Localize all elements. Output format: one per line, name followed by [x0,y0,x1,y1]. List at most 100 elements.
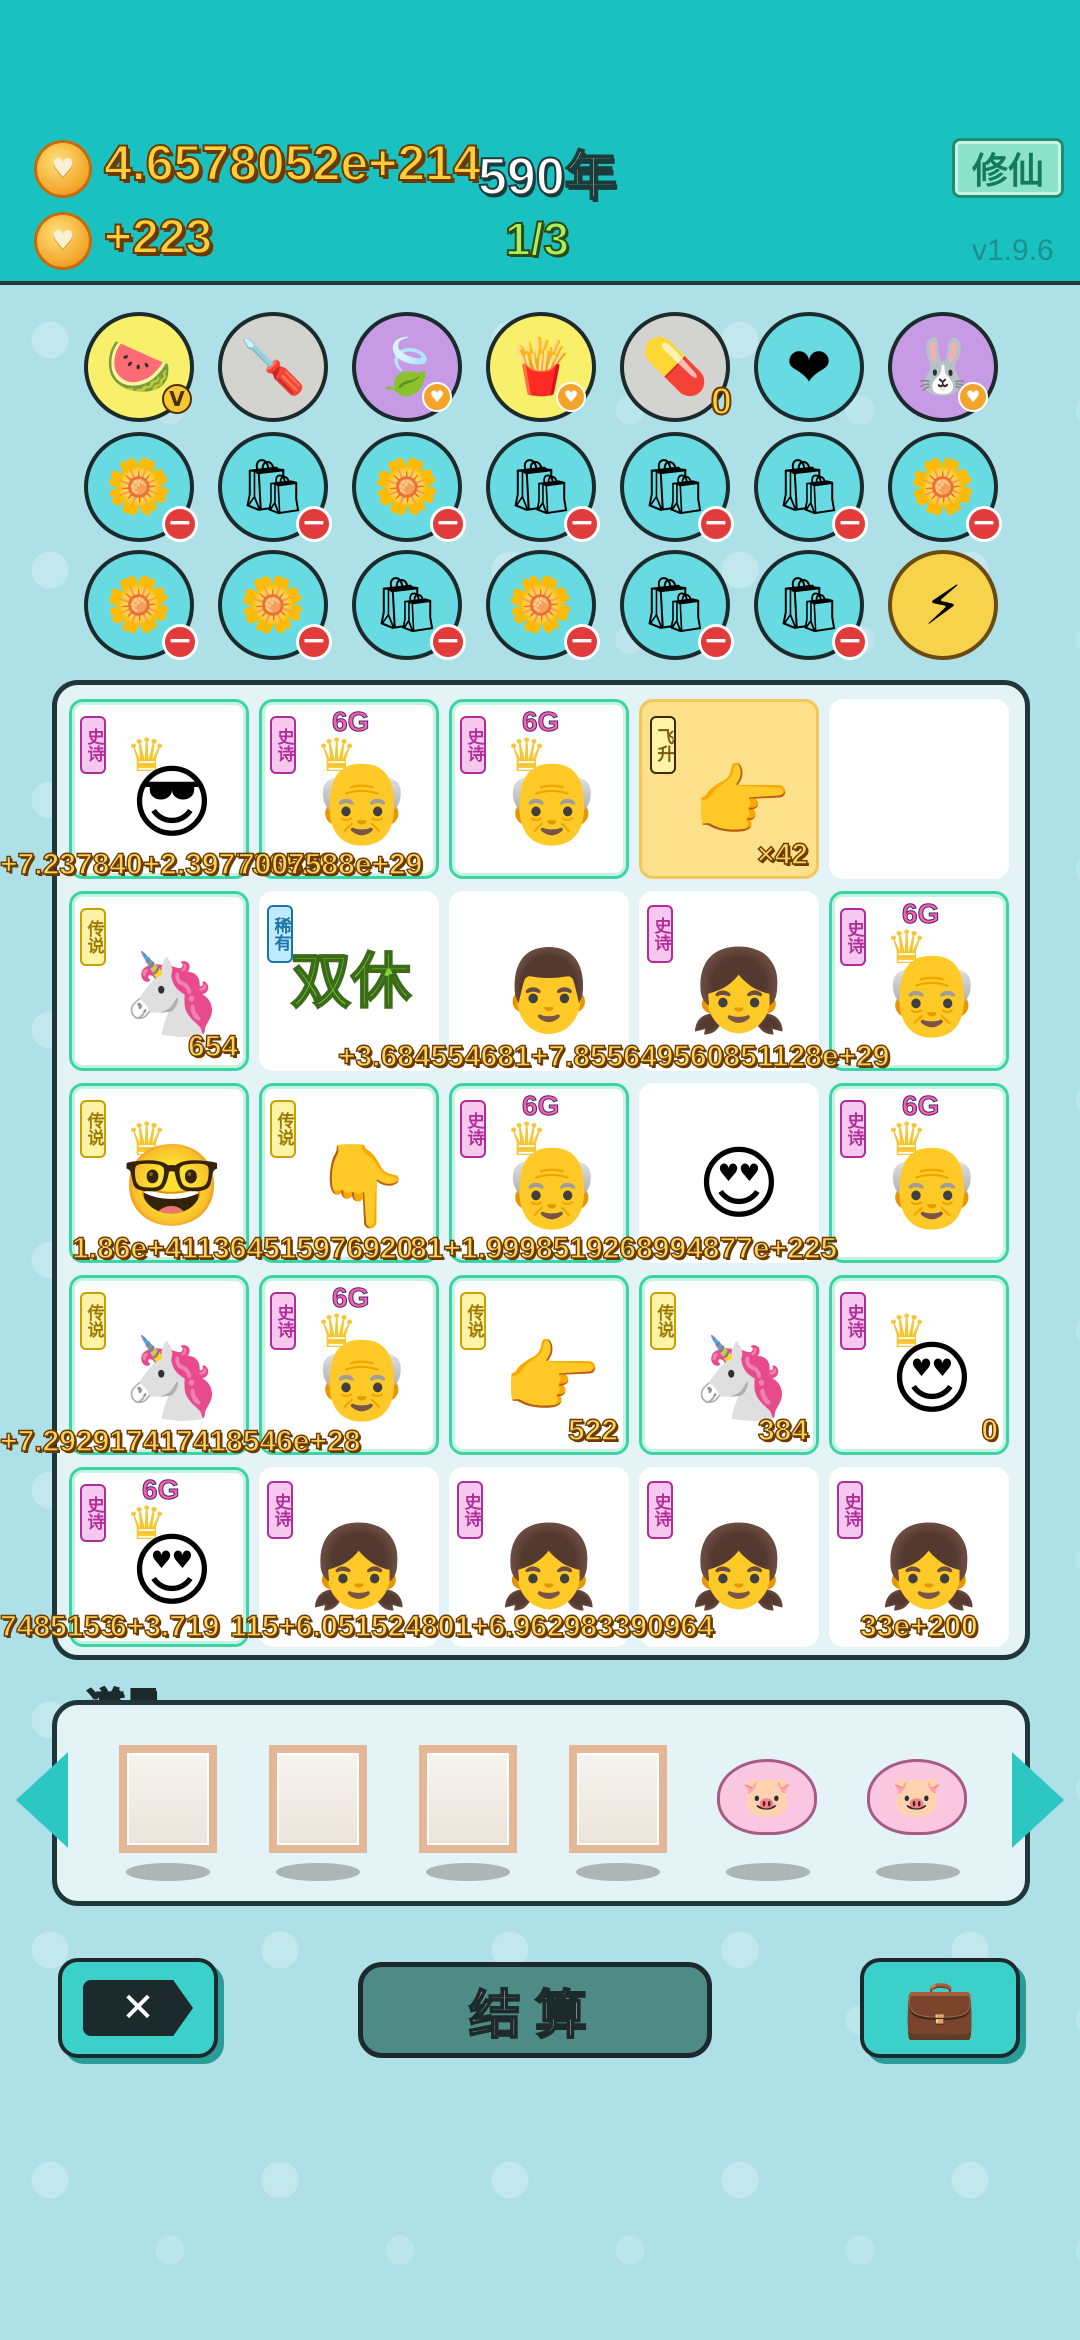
rarity-tag: 史诗 [840,1292,866,1350]
sack-icon[interactable]: 🛍 − [754,550,868,660]
remove-badge-icon[interactable]: − [966,506,1002,542]
pill-tray-icon[interactable]: 💊 0 [620,312,733,424]
prop-slot-frame[interactable] [119,1745,217,1853]
sack-icon[interactable]: 🛍 − [620,432,734,542]
rarity-tag: 史诗 [80,1484,106,1542]
overflow-value: 1.86e+411364515976920 [71,1231,414,1265]
overflow-value: +7.292917417418546e+28 [0,1424,361,1458]
remove-badge-icon[interactable]: − [832,506,868,542]
overflow-value: 6+3.719 [109,1609,220,1643]
flower-pot-icon[interactable]: 🌼 − [352,432,466,542]
remove-badge-icon[interactable]: − [296,506,332,542]
cultivation-button[interactable]: 修仙 [952,138,1064,198]
overflow-value: +3.684554681+7.855649560851128e+29 [337,1039,890,1073]
item-count: 0 [710,380,733,424]
board-cell-pointing-hand[interactable]: 👉 传说 522 [449,1275,629,1455]
sack-icon[interactable]: 🛍 − [486,432,600,542]
remove-badge-icon[interactable]: − [698,506,734,542]
remove-badge-icon[interactable]: − [162,506,198,542]
settle-button[interactable]: 结算 [358,1962,712,2058]
flower-pot-icon[interactable]: 🌼 − [486,550,600,660]
sack-glyph: 🛍 [372,573,442,636]
piggy-bank-icon[interactable]: 🐷 [867,1759,967,1835]
6g-badge: 6G [521,706,560,738]
piggy-bank-icon[interactable]: 🐷 [717,1759,817,1835]
sack-glyph: 🛍 [640,455,710,518]
remove-badge-icon[interactable]: − [162,624,198,660]
props-scroll-left-icon[interactable] [16,1752,68,1848]
6g-badge: 6G [331,706,370,738]
coin-badge-icon: ♥ [422,382,452,412]
leaf-icon[interactable]: 🍃 ♥ [352,312,462,422]
overflow-value: 33e+200 [859,1609,978,1643]
gold-coin-icon: ♥ [34,140,92,198]
exit-button[interactable]: ✕ [58,1958,218,2058]
blood-bag-icon[interactable]: ❤ [754,312,864,422]
board-cell-old-man-6g[interactable]: ♛ 👴 6G 史诗 [449,699,629,879]
flower-pot-icon[interactable]: 🌼 − [84,550,198,660]
rarity-tag: 传说 [650,1292,676,1350]
remove-badge-icon[interactable]: − [698,624,734,660]
sack-icon[interactable]: 🛍 − [218,432,332,542]
flower-pot-glyph: 🌼 [507,573,575,636]
remove-badge-icon[interactable]: − [564,506,600,542]
character-board: ♛ 😎 史诗 ♛ 👴 6G 史诗 ♛ 👴 6G 史诗 👉 飞升 ×42 🦄 传说 654 双休 稀有 👨 👧 史诗 ♛ 👴 6G… [52,680,1030,1660]
coin-badge-icon: ♥ [958,382,988,412]
cell-count: 0 [981,1413,999,1447]
prop-slot-frame[interactable] [269,1745,367,1853]
sack-icon[interactable]: 🛍 − [620,550,734,660]
coin-badge-icon: ♥ [556,382,586,412]
remove-badge-icon[interactable]: − [564,624,600,660]
overflow-value: 81+1.9998519268994877e+225 [409,1231,838,1265]
remove-badge-icon[interactable]: − [430,624,466,660]
remove-badge-icon[interactable]: − [430,506,466,542]
lightning-icon[interactable]: ⚡ [888,550,998,660]
remove-badge-icon[interactable]: − [832,624,868,660]
rarity-tag: 史诗 [80,716,106,774]
close-icon: ✕ [83,1980,193,2036]
board-cell-empty-slot[interactable] [829,699,1009,879]
braided-girl-icon: 👧 [879,1520,979,1613]
sack-glyph: 🛍 [774,455,844,518]
board-cell-heart-eyes-king[interactable]: ♛ 😍 史诗 0 [829,1275,1009,1455]
rarity-tag: 史诗 [840,1100,866,1158]
rarity-tag: 传说 [80,908,106,966]
board-cell-unicorn[interactable]: 🦄 传说 654 [69,891,249,1071]
sack-glyph: 🛍 [640,573,710,636]
sack-icon[interactable]: 🛍 − [754,432,868,542]
board-cell-unicorn[interactable]: 🦄 传说 384 [639,1275,819,1455]
old-man-6g-icon: 👴 [882,1139,982,1232]
rarity-tag: 飞升 [650,716,676,774]
board-cell-pointing-hand-gold[interactable]: 👉 飞升 ×42 [639,699,819,879]
cell-count: ×42 [756,837,808,871]
rarity-tag: 史诗 [457,1481,483,1539]
prop-slot-frame[interactable] [419,1745,517,1853]
overflow-value: 115+6.051524801+6.962983390964 [229,1609,714,1643]
rabbit-icon[interactable]: 🐰 ♥ [888,312,998,422]
bald-man-icon: 👨 [499,944,599,1037]
flower-pot-glyph: 🌼 [373,455,441,518]
prop-slot-frame[interactable] [569,1745,667,1853]
props-scroll-right-icon[interactable] [1012,1752,1064,1848]
prop-shadow [126,1863,210,1881]
6g-badge: 6G [331,1282,370,1314]
fruit-basket-icon[interactable]: 🍉 V [84,312,194,422]
sack-icon[interactable]: 🛍 − [352,550,466,660]
remove-badge-icon[interactable]: − [296,624,332,660]
old-man-sunglasses-icon: 😎 [130,755,214,849]
flower-pot-icon[interactable]: 🌼 − [84,432,198,542]
overflow-value: 7007588e+29 [237,847,423,881]
screwdriver-icon[interactable]: 🪛 [218,312,328,422]
braided-girl-icon: 👧 [689,1520,789,1613]
flower-pot-icon[interactable]: 🌼 − [888,432,1002,542]
pointing-hand-icon: 👇 [312,1139,412,1232]
screwdriver-glyph: 🪛 [239,335,307,398]
rarity-tag: 史诗 [270,716,296,774]
flower-pot-icon[interactable]: 🌼 − [218,550,332,660]
board-cell-old-man-6g[interactable]: ♛ 👴 6G 史诗 [829,1083,1009,1263]
bag-button[interactable]: 💼 [860,1958,1020,2058]
prop-shadow [876,1863,960,1881]
rarity-tag: 传说 [460,1292,486,1350]
fries-icon[interactable]: 🍟 ♥ [486,312,596,422]
vip-badge: V [162,384,192,414]
